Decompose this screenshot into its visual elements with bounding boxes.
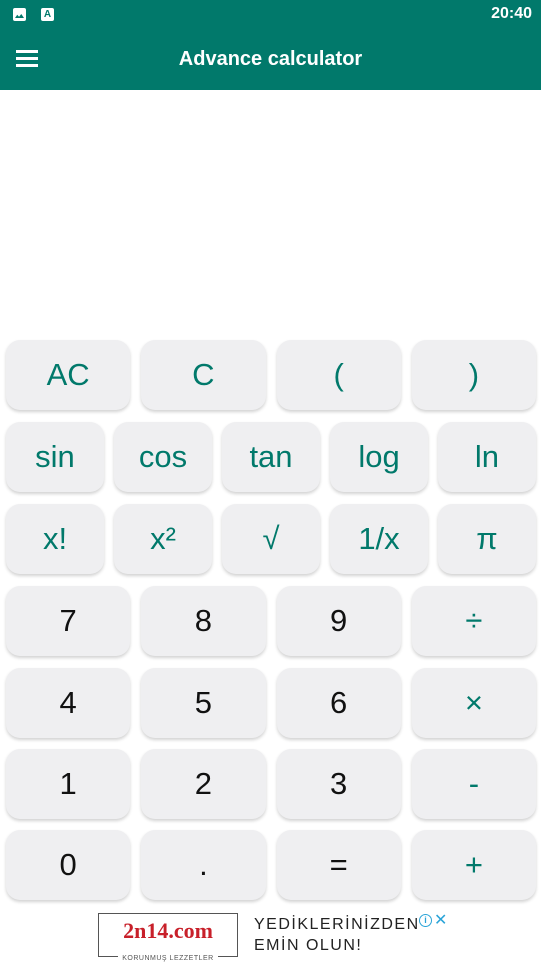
key-sqrt-button[interactable]: √ [222,504,320,574]
key-9-button[interactable]: 9 [276,586,401,656]
ad-logo-text: 2n14.com [123,918,213,943]
key-log-button[interactable]: log [330,422,428,492]
key-6-button[interactable]: 6 [276,668,401,738]
key-5-button[interactable]: 5 [141,668,266,738]
key-factorial-button[interactable]: x! [6,504,104,574]
keypad-row: x! x² √ 1/x π [6,504,536,574]
ad-close-icon[interactable]: ✕ [434,910,447,930]
keypad-row: AC C() [6,340,536,410]
accessibility-a-icon: A [41,8,54,21]
key-close-paren-button[interactable]: ) [411,340,536,410]
key-2-button[interactable]: 2 [141,749,266,819]
key-4-button[interactable]: 4 [6,668,131,738]
keypad-row: 7 8 9 ÷ [6,586,536,656]
image-notification-icon [13,8,26,21]
keypad-row: 0. = + [6,830,536,900]
key-3-button[interactable]: 3 [276,749,401,819]
key-equals-button[interactable]: = [276,830,401,900]
status-bar: A 20:40 [0,0,541,30]
calculator-display [0,90,541,335]
ad-logo-subtext: KORUNMUŞ LEZZETLER [118,955,218,962]
key-c-button[interactable]: C [141,340,266,410]
key-0-button[interactable]: 0 [6,830,131,900]
key-1-button[interactable]: 1 [6,749,131,819]
key-8-button[interactable]: 8 [141,586,266,656]
key-open-paren-button[interactable]: ( [276,340,401,410]
ad-headline-line1: YEDİKLERİNİZDEN [254,916,420,933]
key-divide-button[interactable]: ÷ [411,586,536,656]
key-cos-button[interactable]: cos [114,422,212,492]
ad-headline[interactable]: YEDİKLERİNİZDEN EMİN OLUN! [254,914,420,956]
app-title: Advance calculator [178,48,363,70]
ad-logo[interactable]: 2n14.com KORUNMUŞ LEZZETLER [98,913,238,962]
key-ac-button[interactable]: AC [6,340,131,410]
ad-banner[interactable]: 2n14.com KORUNMUŞ LEZZETLER YEDİKLERİNİZ… [0,908,541,962]
keypad-row: 123- [6,749,536,819]
keypad-row: 4 5 6 × [6,668,536,738]
key-minus-button[interactable]: - [411,749,536,819]
key-plus-button[interactable]: + [411,830,536,900]
key-sin-button[interactable]: sin [6,422,104,492]
key-decimal-button[interactable]: . [141,830,266,900]
key-tan-button[interactable]: tan [222,422,320,492]
key-multiply-button[interactable]: × [411,668,536,738]
status-time: 20:40 [491,5,532,22]
keypad-row: sin cos tan log ln [6,422,536,492]
app-bar: Advance calculator [0,30,541,90]
key-7-button[interactable]: 7 [6,586,131,656]
ad-info-icon[interactable]: i [419,914,432,927]
ad-headline-line2: EMİN OLUN! [254,937,363,954]
key-pi-button[interactable]: π [438,504,536,574]
key-reciprocal-button[interactable]: 1/x [330,504,428,574]
key-ln-button[interactable]: ln [438,422,536,492]
key-square-button[interactable]: x² [114,504,212,574]
